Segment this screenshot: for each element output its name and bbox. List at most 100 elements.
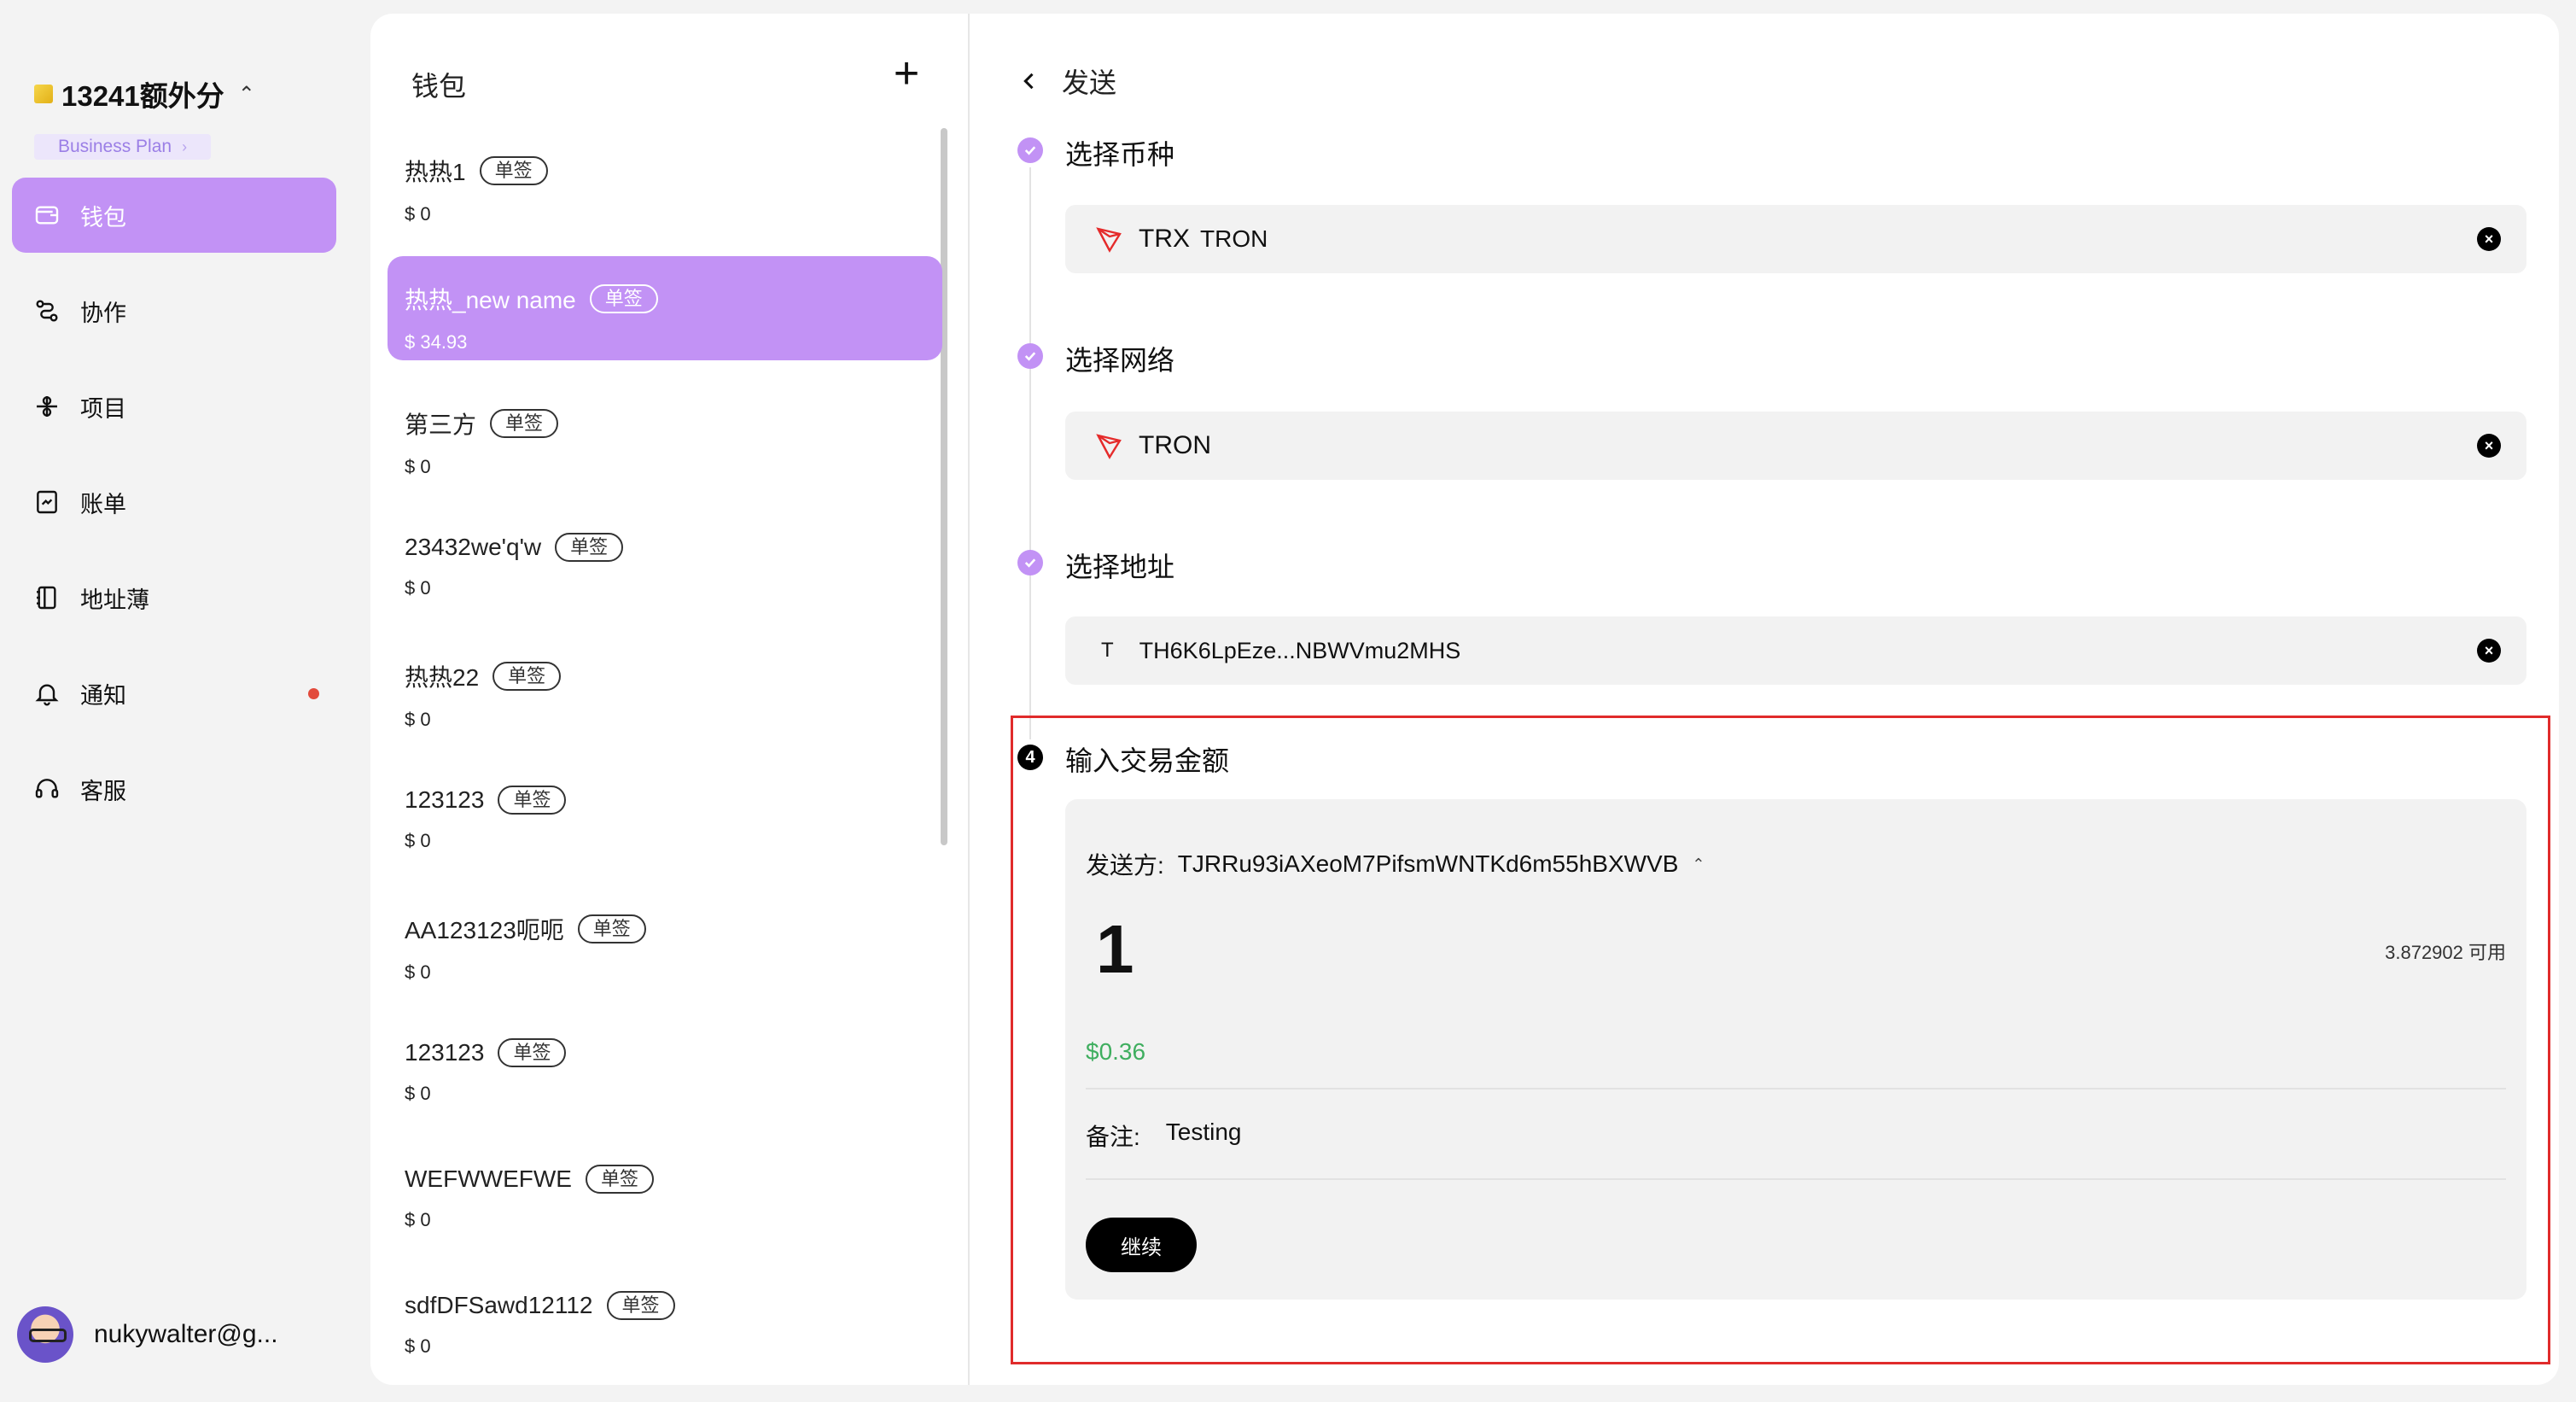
tron-icon <box>1096 227 1122 253</box>
step-title-amount: 输入交易金额 <box>1065 745 1230 776</box>
wallet-item[interactable]: AA123123呃呃 单签 $ 0 <box>388 886 942 990</box>
wallet-item[interactable]: 热热1 单签 $ 0 <box>388 128 942 232</box>
sidebar-item-label: 通知 <box>80 682 126 709</box>
add-wallet-button[interactable]: + <box>886 51 927 96</box>
amount-input[interactable]: 1 <box>1096 910 1134 989</box>
memo-row[interactable]: 备注: Testing <box>1086 1119 1242 1153</box>
step-title-coin: 选择币种 <box>1065 139 1175 170</box>
back-button[interactable]: 发送 <box>1017 61 1116 101</box>
signature-badge: 单签 <box>606 1291 675 1320</box>
wallet-item[interactable]: 热热22 单签 $ 0 <box>388 634 942 738</box>
wallet-name: AA123123呃呃 <box>405 917 564 943</box>
headset-icon <box>32 774 61 803</box>
wallet-balance: $ 0 <box>405 1083 431 1104</box>
check-icon <box>1017 343 1043 369</box>
org-logo-icon <box>34 85 53 103</box>
sidebar-item-collaboration[interactable]: 协作 <box>12 273 336 348</box>
wallet-name: 23432we'q'w <box>405 534 542 560</box>
wallet-balance: $ 0 <box>405 709 431 730</box>
chevron-right-icon: › <box>182 137 188 155</box>
wallet-name: WEFWWEFWE <box>405 1165 572 1192</box>
page-title: 发送 <box>1062 67 1117 98</box>
wallet-name: 第三方 <box>405 412 477 438</box>
signature-badge: 单签 <box>577 914 646 943</box>
check-icon <box>1017 550 1043 575</box>
coin-symbol: TRX <box>1139 225 1190 253</box>
sidebar-item-label: 账单 <box>80 491 126 517</box>
tron-icon <box>1096 434 1122 459</box>
wallet-balance: $ 34.93 <box>405 331 468 353</box>
wallet-list-title: 钱包 <box>411 71 467 102</box>
amount-card: 发送方: TJRRu93iAXeoM7PifsmWNTKd6m55hBXWVB … <box>1065 799 2526 1300</box>
org-name: 13241额外分 <box>61 80 224 112</box>
address-select[interactable]: T TH6K6LpEze...NBWVmu2MHS × <box>1065 616 2526 685</box>
signature-badge: 单签 <box>492 662 562 691</box>
bell-icon <box>32 679 61 708</box>
wallet-item[interactable]: WEFWWEFWE 单签 $ 0 <box>388 1139 942 1243</box>
org-switcher[interactable]: 13241额外分 ⌃ <box>34 73 255 114</box>
signature-badge: 单签 <box>585 1165 654 1194</box>
sidebar-item-address-book[interactable]: 地址薄 <box>12 560 336 635</box>
wallet-balance: $ 0 <box>405 203 431 225</box>
sidebar: 13241额外分 ⌃ Business Plan › 钱包 协作 项目 账单 地… <box>0 0 358 1402</box>
address-book-icon <box>32 583 61 612</box>
wallet-balance: $ 0 <box>405 961 431 983</box>
clear-icon[interactable]: × <box>2477 434 2501 458</box>
continue-button[interactable]: 继续 <box>1086 1218 1197 1272</box>
wallet-name: sdfDFSawd12112 <box>405 1292 593 1318</box>
sidebar-item-notifications[interactable]: 通知 <box>12 656 336 731</box>
sidebar-item-project[interactable]: 项目 <box>12 369 336 444</box>
wallet-item[interactable]: sdfDFSawd12112 单签 $ 0 <box>388 1265 942 1370</box>
wallet-balance: $ 0 <box>405 830 431 851</box>
avatar <box>17 1306 73 1363</box>
chevron-updown-icon: ⌃ <box>237 82 255 106</box>
plan-badge[interactable]: Business Plan › <box>34 134 212 160</box>
sender-address: TJRRu93iAXeoM7PifsmWNTKd6m55hBXWVB <box>1177 850 1679 877</box>
sidebar-item-bill[interactable]: 账单 <box>12 464 336 540</box>
signature-badge: 单签 <box>555 533 624 562</box>
step-connector <box>1029 167 1031 739</box>
wallet-balance: $ 0 <box>405 456 431 477</box>
network-select[interactable]: TRON × <box>1065 412 2526 480</box>
wallet-item[interactable]: 123123 单签 $ 0 <box>388 1013 942 1117</box>
chevron-updown-icon: ⌃ <box>1692 855 1705 873</box>
address-value: TH6K6LpEze...NBWVmu2MHS <box>1139 637 1461 663</box>
wallet-item-selected[interactable]: 热热_new name 单签 $ 34.93 <box>388 256 942 360</box>
step-number-icon: 4 <box>1017 745 1043 770</box>
usd-value: $0.36 <box>1086 1038 1146 1065</box>
signature-badge: 单签 <box>589 284 658 313</box>
wallet-balance: $ 0 <box>405 1209 431 1230</box>
sender-select[interactable]: 发送方: TJRRu93iAXeoM7PifsmWNTKd6m55hBXWVB … <box>1086 847 1705 881</box>
wallet-name: 123123 <box>405 1039 485 1066</box>
wallet-name: 热热_new name <box>405 287 576 313</box>
sidebar-item-label: 协作 <box>80 300 126 326</box>
step-title-address: 选择地址 <box>1065 552 1175 582</box>
bill-icon <box>32 488 61 517</box>
wallet-item[interactable]: 23432we'q'w 单签 $ 0 <box>388 507 942 611</box>
sidebar-item-label: 项目 <box>80 395 126 422</box>
memo-input[interactable]: Testing <box>1166 1119 1242 1153</box>
wallet-balance: $ 0 <box>405 1335 431 1357</box>
coin-select[interactable]: TRX TRON × <box>1065 205 2526 273</box>
wallet-item[interactable]: 第三方 单签 $ 0 <box>388 381 942 485</box>
notification-dot <box>308 688 319 699</box>
chevron-left-icon <box>1023 73 1034 90</box>
available-balance: 3.872902 可用 <box>2385 942 2506 963</box>
network-name: TRON <box>1139 431 1211 459</box>
address-prefix: T <box>1101 639 1114 662</box>
signature-badge: 单签 <box>479 156 548 185</box>
wallet-name: 热热22 <box>405 664 480 691</box>
step-title-network: 选择网络 <box>1065 345 1175 376</box>
clear-icon[interactable]: × <box>2477 639 2501 663</box>
sidebar-item-wallet[interactable]: 钱包 <box>12 178 336 253</box>
wallet-list-panel: 钱包 + 热热1 单签 $ 0 热热_new name 单签 $ 34.93 第三方… <box>370 14 968 1385</box>
divider <box>1086 1178 2506 1180</box>
sender-label: 发送方: <box>1086 852 1164 879</box>
signature-badge: 单签 <box>490 409 559 438</box>
wallet-item[interactable]: 123123 单签 $ 0 <box>388 760 942 864</box>
clear-icon[interactable]: × <box>2477 227 2501 251</box>
user-menu[interactable]: nukywalter@g... <box>17 1306 278 1363</box>
user-email: nukywalter@g... <box>94 1320 278 1348</box>
sidebar-item-support[interactable]: 客服 <box>12 751 336 827</box>
scrollbar[interactable] <box>941 128 947 845</box>
